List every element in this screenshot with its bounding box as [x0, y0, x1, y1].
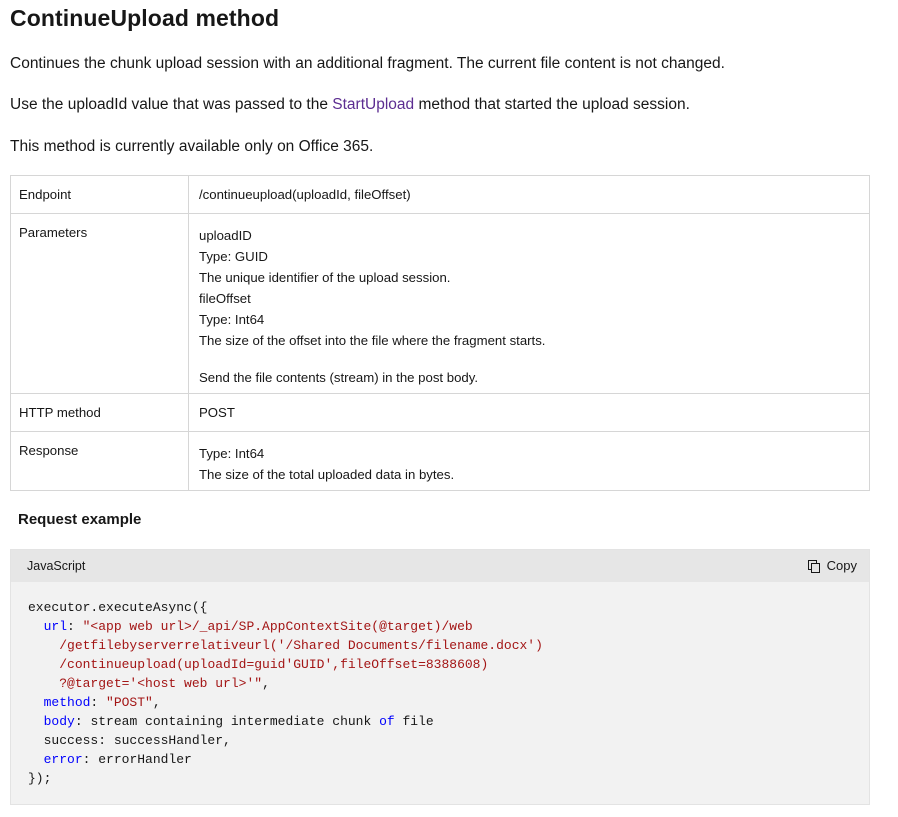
param-type: Type: GUID [199, 249, 268, 264]
code-string: "<app web url>/_api/SP.AppContextSite(@t… [82, 619, 473, 634]
availability-note: This method is currently available only … [10, 138, 374, 155]
response-value: Type: Int64 The size of the total upload… [188, 431, 870, 491]
code-string: /getfilebyserverrelativeurl('/Shared Doc… [59, 638, 543, 653]
code-key: method [43, 695, 91, 710]
code-key: url [43, 619, 68, 634]
copy-icon [807, 559, 821, 573]
code-key: error [43, 752, 83, 767]
response-description: The size of the total uploaded data in b… [199, 467, 455, 482]
post-body-note: Send the file contents (stream) in the p… [199, 370, 479, 385]
table-row: Response Type: Int64 The size of the tot… [10, 431, 870, 491]
code-header: JavaScript Copy [11, 550, 869, 582]
intro-paragraph-2: Use the uploadId value that was passed t… [10, 96, 690, 114]
code-text: stream containing intermediate chunk [90, 714, 380, 729]
table-row: Endpoint /continueupload(uploadId, fileO… [10, 175, 870, 214]
row-label-response: Response [10, 431, 189, 491]
request-example-heading: Request example [18, 511, 142, 528]
startupload-link[interactable]: StartUpload [332, 96, 414, 113]
param-name: fileOffset [199, 291, 251, 306]
response-type: Type: Int64 [199, 446, 265, 461]
page-title: ContinueUpload method [10, 5, 280, 31]
row-label-endpoint: Endpoint [10, 175, 189, 214]
code-key: body [43, 714, 75, 729]
intro-text: Use the uploadId value that was passed t… [10, 96, 333, 113]
http-method-value: POST [188, 393, 870, 432]
parameters-value: uploadID Type: GUID The unique identifie… [188, 213, 870, 394]
table-row: HTTP method POST [10, 393, 870, 432]
code-block: JavaScript Copy executor.executeAsync({ … [10, 549, 870, 805]
code-text: errorHandler [98, 752, 192, 767]
row-label-parameters: Parameters [10, 213, 189, 394]
copy-button[interactable]: Copy [807, 558, 857, 573]
code-text: file [394, 714, 434, 729]
param-name: uploadID [199, 228, 252, 243]
endpoint-value: /continueupload(uploadId, fileOffset) [188, 175, 870, 214]
code-string: "POST" [106, 695, 153, 710]
intro-text: method that started the upload session. [414, 96, 690, 113]
code-line: executor.executeAsync({ [28, 600, 208, 615]
copy-label: Copy [826, 558, 857, 573]
row-label-http-method: HTTP method [10, 393, 189, 432]
param-description: The size of the offset into the file whe… [199, 333, 546, 348]
table-row: Parameters uploadID Type: GUID The uniqu… [10, 213, 870, 394]
code-content: executor.executeAsync({ url: "<app web u… [28, 600, 543, 786]
param-type: Type: Int64 [199, 312, 265, 327]
code-keyword: of [379, 714, 395, 729]
intro-paragraph-1: Continues the chunk upload session with … [10, 55, 725, 72]
method-details-table: Endpoint /continueupload(uploadId, fileO… [10, 175, 870, 491]
code-string: ?@target='<host web url>'" [59, 676, 263, 691]
param-description: The unique identifier of the upload sess… [199, 270, 451, 285]
code-language-label: JavaScript [27, 559, 86, 573]
code-string: /continueupload(uploadId=guid'GUID',file… [59, 657, 489, 672]
code-line: }); [28, 771, 52, 786]
code-line: success: successHandler, [43, 733, 231, 748]
